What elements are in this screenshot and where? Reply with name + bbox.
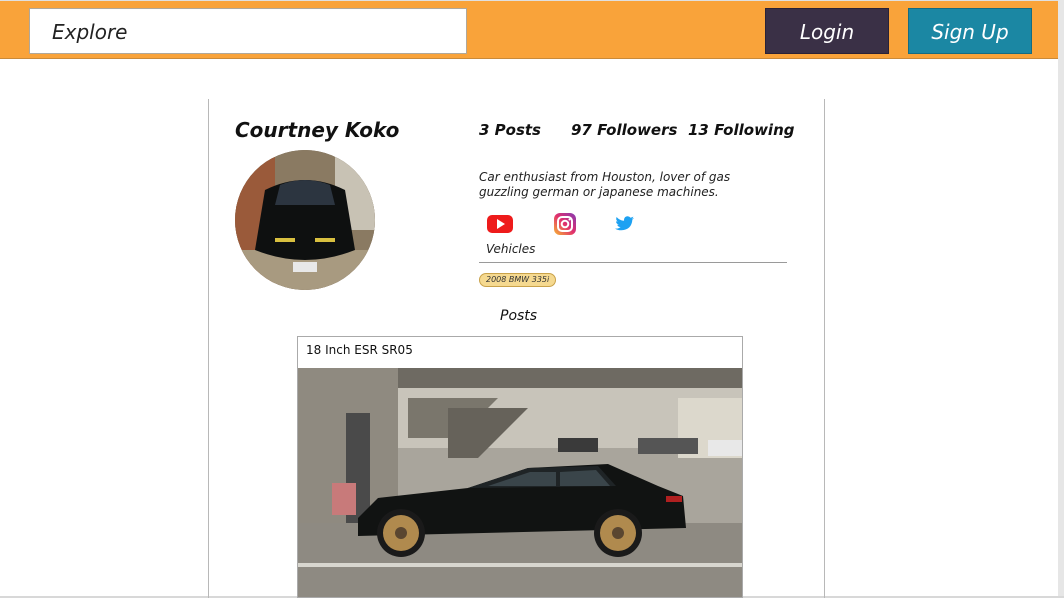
vehicles-divider (479, 262, 787, 263)
followers-count[interactable]: 97 Followers (571, 121, 677, 139)
avatar (235, 150, 375, 290)
login-button[interactable]: Login (765, 8, 889, 54)
profile-name: Courtney Koko (235, 118, 400, 142)
post-title: 18 Inch ESR SR05 (306, 343, 413, 357)
posts-count[interactable]: 3 Posts (479, 121, 541, 139)
window-edge (1058, 0, 1064, 598)
posts-heading: Posts (500, 308, 538, 324)
youtube-icon[interactable] (486, 213, 514, 235)
sign-up-button[interactable]: Sign Up (908, 8, 1032, 54)
vehicle-tag[interactable]: 2008 BMW 335i (479, 273, 557, 287)
following-count[interactable]: 13 Following (688, 121, 795, 139)
top-navigation-bar: Explore Login Sign Up (0, 0, 1058, 59)
instagram-icon[interactable] (552, 213, 580, 235)
twitter-icon[interactable] (612, 213, 640, 235)
profile-bio: Car enthusiast from Houston, lover of ga… (479, 170, 731, 199)
post-card[interactable]: 18 Inch ESR SR05 (297, 336, 743, 598)
explore-search-input[interactable]: Explore (29, 8, 467, 54)
post-image[interactable] (298, 368, 742, 597)
vehicles-label: Vehicles (486, 242, 536, 256)
